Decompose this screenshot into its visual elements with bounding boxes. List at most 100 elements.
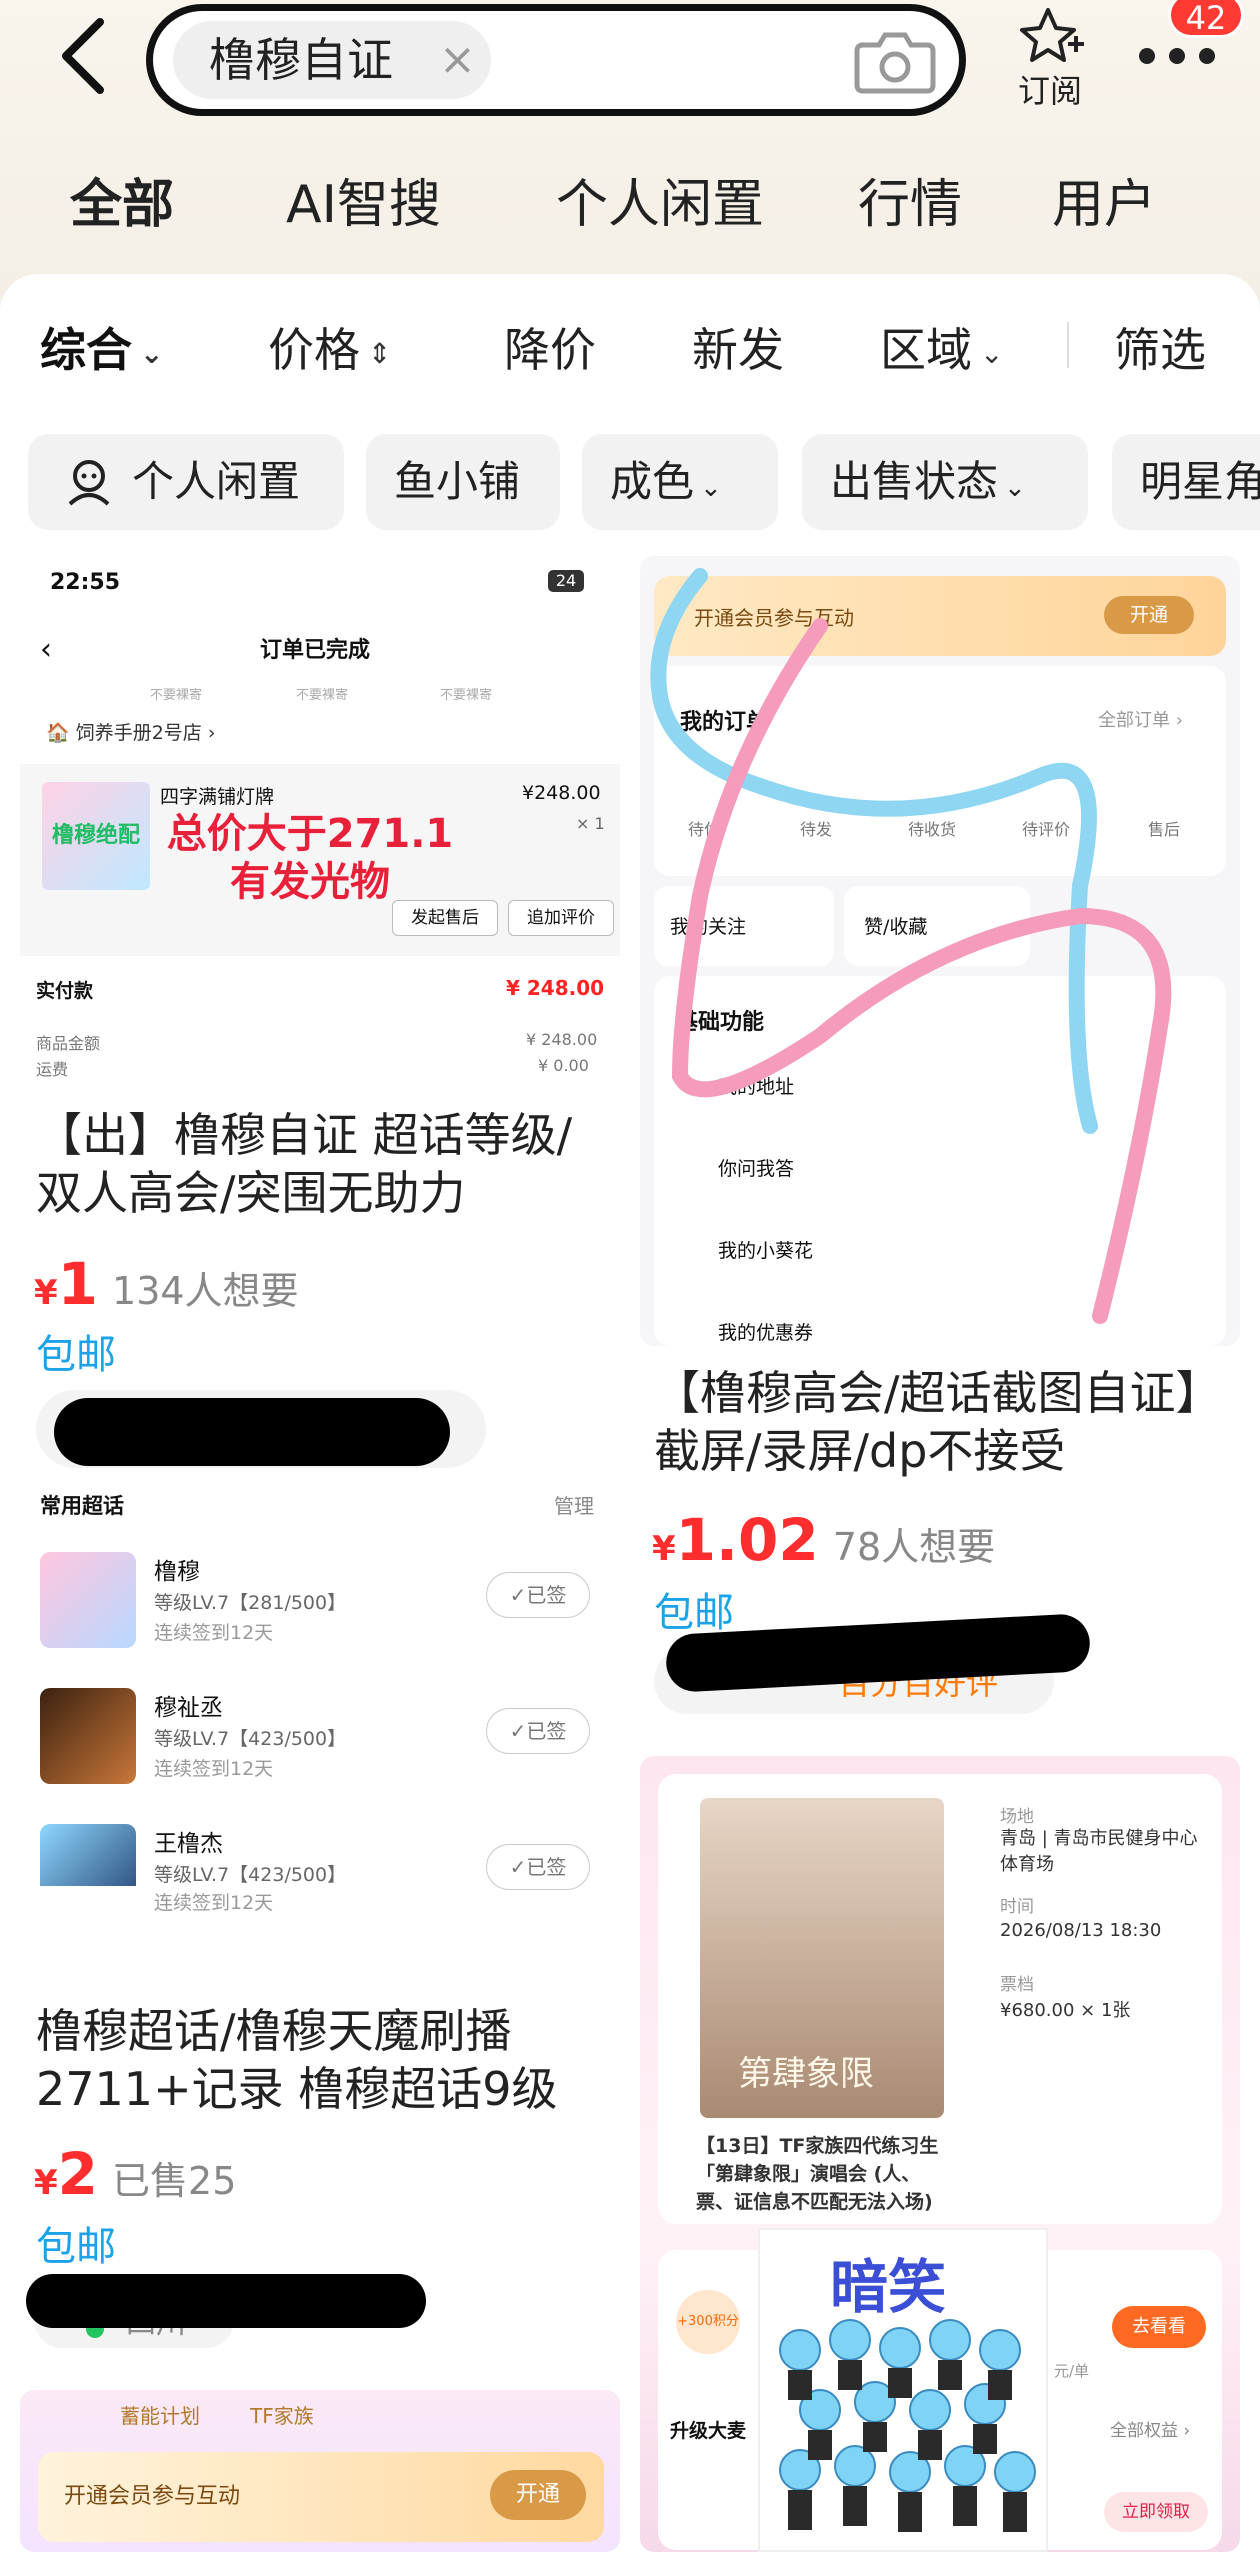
sort-comprehensive[interactable]: 综合 ⌄ bbox=[40, 300, 163, 404]
product-price: ¥2 已售25 bbox=[34, 2140, 237, 2208]
topic-level: 等级LV.7【423/500】 bbox=[154, 1864, 347, 1886]
chevron-down-icon: ⌄ bbox=[1004, 473, 1026, 503]
redaction-mark bbox=[54, 1398, 450, 1466]
star-plus-icon bbox=[1020, 8, 1084, 62]
chevron-down-icon: ⌄ bbox=[980, 336, 1004, 370]
shot-paid-label: 实付款 bbox=[36, 980, 94, 1002]
camera-icon[interactable] bbox=[853, 29, 937, 95]
claim-button: 立即领取 bbox=[1104, 2492, 1208, 2532]
product-title[interactable]: 橹穆超话/橹穆天魔刷播2711+记录 橹穆超话9级 bbox=[36, 2002, 606, 2118]
concert-title: 【13日】TF家族四代练习生「第肆象限」演唱会 (人、票、证信息不匹配无法入场) bbox=[696, 2135, 939, 2213]
topic-streak: 连续签到12天 bbox=[154, 1758, 274, 1780]
filter-chip-fish-shop[interactable]: 鱼小铺 bbox=[366, 434, 560, 530]
chip-label: 成色 bbox=[610, 457, 695, 506]
time-label: 时间 bbox=[1000, 1897, 1034, 1917]
back-arrow-icon[interactable] bbox=[52, 14, 122, 98]
topic-streak: 连续签到12天 bbox=[154, 1622, 274, 1644]
product-card-4[interactable]: 第肆象限 场地 青岛 | 青岛市民健身中心体育场 时间 2026/08/13 1… bbox=[640, 1756, 1240, 2552]
sort-bar: 综合 ⌄ 价格 ⇕ 降价 新发 区域 ⌄ 筛选 bbox=[0, 300, 1260, 400]
tab-market[interactable]: 行情 bbox=[858, 160, 962, 250]
sort-region[interactable]: 区域 ⌄ bbox=[880, 300, 1003, 404]
person-icon bbox=[68, 460, 110, 506]
vip-screenshot-card[interactable]: 蓄能计划 TF家族 开通会员参与互动 开通 bbox=[20, 2390, 620, 2552]
search-query-chip[interactable]: 橹穆自证 × bbox=[173, 21, 491, 99]
subscribe-button[interactable]: 订阅 bbox=[1010, 0, 1090, 116]
filter-chip-personal[interactable]: 个人闲置 bbox=[28, 434, 344, 530]
ticket-label: 票档 bbox=[1000, 1975, 1034, 1995]
topic-name: 橹穆 bbox=[154, 1559, 200, 1585]
chevron-down-icon: ⌄ bbox=[140, 336, 164, 370]
venue-value: 青岛 | 青岛市民健身中心体育场 bbox=[1000, 1828, 1198, 1875]
topic-avatar bbox=[40, 1552, 136, 1648]
order-screenshot: 22:55 24 ‹ 订单已完成 不要裸寄 不要裸寄 不要裸寄 🏠 饲养手册2号… bbox=[20, 556, 620, 1086]
shot-product-price: ¥248.00 bbox=[522, 782, 601, 804]
meme-sticker: 暗笑 bbox=[758, 2228, 1048, 2552]
shot-paid-value: ¥ 248.00 bbox=[506, 976, 605, 1000]
overlay-annotation: 总价大于271.1 有发光物 bbox=[166, 811, 454, 905]
go-look-button: 去看看 bbox=[1112, 2306, 1206, 2348]
product-title[interactable]: 【橹穆高会/超话截图自证】截屏/录屏/dp不接受 bbox=[654, 1364, 1224, 1480]
signed-button: ✓已签 bbox=[486, 1572, 590, 1618]
chip-label: 个人闲置 bbox=[132, 457, 301, 506]
shot-freight-label: 运费 bbox=[36, 1060, 69, 1079]
product-title[interactable]: 【出】橹穆自证 超话等级/双人高会/突围无助力 bbox=[36, 1106, 606, 1222]
notification-badge: 42 bbox=[1168, 0, 1244, 38]
watermark: 不要裸寄 bbox=[150, 688, 203, 703]
product-price: ¥1 134人想要 bbox=[34, 1250, 299, 1318]
battery-indicator: 24 bbox=[548, 570, 584, 592]
profile-screenshot: 开通会员参与互动 开通 我的订单 全部订单 › 待付 待发 待收货 待评价 售后… bbox=[640, 556, 1240, 1346]
sort-filter[interactable]: 筛选 bbox=[1114, 300, 1206, 400]
product-card-2[interactable]: 开通会员参与互动 开通 我的订单 全部订单 › 待付 待发 待收货 待评价 售后… bbox=[640, 556, 1240, 1714]
all-rights: 全部权益 › bbox=[1110, 2421, 1191, 2441]
sort-label: 综合 bbox=[40, 323, 132, 377]
venue-label: 场地 bbox=[1000, 1807, 1034, 1827]
redaction-mark bbox=[26, 2274, 426, 2328]
scribble-overlay bbox=[650, 568, 1172, 1324]
topic-avatar bbox=[40, 1824, 136, 1886]
topic-avatar bbox=[40, 1688, 136, 1784]
topic-level: 等级LV.7【423/500】 bbox=[154, 1728, 347, 1750]
sort-updown-icon: ⇕ bbox=[368, 336, 392, 370]
shot-review-btn: 追加评价 bbox=[508, 900, 614, 936]
category-tabs: 全部 AI智搜 个人闲置 行情 用户 bbox=[0, 160, 1260, 250]
tag-label: 蓄能计划 bbox=[120, 2404, 200, 2428]
chevron-down-icon: ⌄ bbox=[700, 473, 722, 503]
sort-new[interactable]: 新发 bbox=[692, 300, 784, 400]
filter-chips: 个人闲置 鱼小铺 成色 ⌄ 出售状态 ⌄ 明星角 bbox=[0, 434, 1260, 530]
shot-manage: 管理 bbox=[554, 1494, 594, 1518]
filter-chip-condition[interactable]: 成色 ⌄ bbox=[582, 434, 778, 530]
tab-all[interactable]: 全部 bbox=[66, 160, 183, 250]
upgrade-label: 升级大麦 bbox=[670, 2420, 747, 2442]
sort-divider bbox=[1067, 322, 1069, 368]
sort-price[interactable]: 价格 ⇕ bbox=[268, 300, 391, 404]
sort-label: 区域 bbox=[880, 323, 972, 377]
sort-label: 价格 bbox=[268, 323, 360, 377]
super-topic-screenshot: 常用超话 管理 橹穆 等级LV.7【281/500】 连续签到12天 ✓已签 穆… bbox=[20, 1486, 620, 1886]
subscribe-label: 订阅 bbox=[1017, 72, 1082, 110]
shot-back-icon: ‹ bbox=[40, 632, 52, 667]
time-value: 2026/08/13 18:30 bbox=[1000, 1920, 1162, 1941]
filter-chip-celebrity[interactable]: 明星角 bbox=[1112, 434, 1260, 530]
clear-icon[interactable]: × bbox=[439, 21, 476, 99]
topic-level: 等级LV.7【281/500】 bbox=[154, 1592, 347, 1614]
shot-goods-label: 商品金额 bbox=[36, 1034, 101, 1053]
filter-chip-sale-status[interactable]: 出售状态 ⌄ bbox=[802, 434, 1088, 530]
signed-button: ✓已签 bbox=[486, 1844, 590, 1890]
more-icon[interactable] bbox=[1135, 36, 1219, 76]
tab-personal-idle[interactable]: 个人闲置 bbox=[556, 160, 764, 250]
topic-streak: 连续签到12天 bbox=[154, 1892, 274, 1914]
signed-button: ✓已签 bbox=[486, 1708, 590, 1754]
ticket-value: ¥680.00 × 1张 bbox=[1000, 2000, 1131, 2021]
tab-users[interactable]: 用户 bbox=[1052, 160, 1156, 250]
shot-goods-value: ¥ 248.00 bbox=[526, 1030, 598, 1049]
shop-name: 🏠 饲养手册2号店 › bbox=[46, 722, 216, 744]
shipping-tag: 包邮 bbox=[36, 2224, 116, 2270]
watermark: 不要裸寄 bbox=[440, 688, 493, 703]
topic-name: 王橹杰 bbox=[154, 1831, 223, 1857]
vip-text: 开通会员参与互动 bbox=[64, 2484, 241, 2509]
poster-title: 第肆象限 bbox=[738, 2054, 874, 2094]
sort-price-drop[interactable]: 降价 bbox=[504, 300, 596, 400]
search-box[interactable]: 橹穆自证 × bbox=[146, 4, 966, 116]
tab-ai-search[interactable]: AI智搜 bbox=[286, 160, 441, 250]
product-card-1[interactable]: 22:55 24 ‹ 订单已完成 不要裸寄 不要裸寄 不要裸寄 🏠 饲养手册2号… bbox=[20, 556, 620, 1986]
